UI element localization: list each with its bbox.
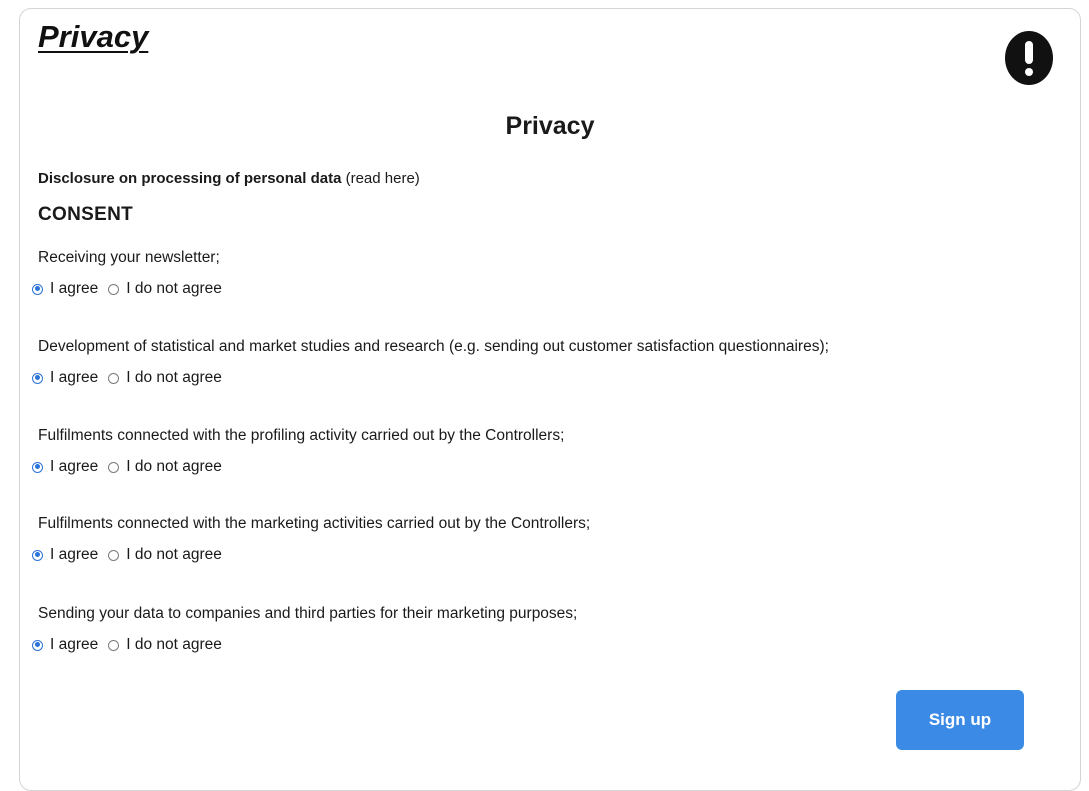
consent-question-statistics: Development of statistical and market st… xyxy=(38,338,829,355)
radio-disagree-label: I do not agree xyxy=(126,546,222,563)
exclamation-circle-icon xyxy=(1005,31,1053,85)
privacy-card: Privacy Privacy Disclosure on processing… xyxy=(19,8,1081,791)
radio-disagree-label: I do not agree xyxy=(126,458,222,475)
disclosure-text: Disclosure on processing of personal dat… xyxy=(38,170,342,187)
read-here-link[interactable]: (read here) xyxy=(346,170,420,187)
consent-question-third-parties: Sending your data to companies and third… xyxy=(38,605,578,622)
radio-agree-statistics[interactable] xyxy=(32,372,43,384)
disclosure-line: Disclosure on processing of personal dat… xyxy=(38,170,420,187)
radio-disagree-newsletter[interactable] xyxy=(108,283,120,295)
consent-options-third-parties: I agree I do not agree xyxy=(32,636,232,654)
consent-question-marketing: Fulfilments connected with the marketing… xyxy=(38,515,591,532)
radio-agree-newsletter[interactable] xyxy=(32,283,43,295)
consent-options-marketing: I agree I do not agree xyxy=(32,546,232,564)
radio-disagree-label: I do not agree xyxy=(126,636,222,653)
radio-disagree-statistics[interactable] xyxy=(108,372,120,384)
radio-agree-marketing[interactable] xyxy=(32,549,43,561)
radio-agree-label: I agree xyxy=(50,546,99,563)
page-title: Privacy xyxy=(505,112,595,140)
radio-disagree-marketing[interactable] xyxy=(108,549,120,561)
radio-disagree-profiling[interactable] xyxy=(108,461,120,473)
radio-disagree-third-parties[interactable] xyxy=(108,639,120,651)
radio-agree-third-parties[interactable] xyxy=(32,639,43,651)
consent-options-newsletter: I agree I do not agree xyxy=(32,280,232,298)
radio-disagree-label: I do not agree xyxy=(126,369,222,386)
consent-heading: CONSENT xyxy=(38,204,133,225)
consent-question-profiling: Fulfilments connected with the profiling… xyxy=(38,427,565,444)
sign-up-button[interactable]: Sign up xyxy=(896,690,1024,750)
radio-agree-label: I agree xyxy=(50,636,99,653)
radio-agree-label: I agree xyxy=(50,458,99,475)
consent-options-profiling: I agree I do not agree xyxy=(32,458,232,476)
radio-agree-label: I agree xyxy=(50,369,99,386)
consent-options-statistics: I agree I do not agree xyxy=(32,369,232,387)
card-header-title: Privacy xyxy=(38,19,149,54)
radio-agree-profiling[interactable] xyxy=(32,461,43,473)
consent-question-newsletter: Receiving your newsletter; xyxy=(38,249,220,266)
radio-agree-label: I agree xyxy=(50,280,99,297)
radio-disagree-label: I do not agree xyxy=(126,280,222,297)
